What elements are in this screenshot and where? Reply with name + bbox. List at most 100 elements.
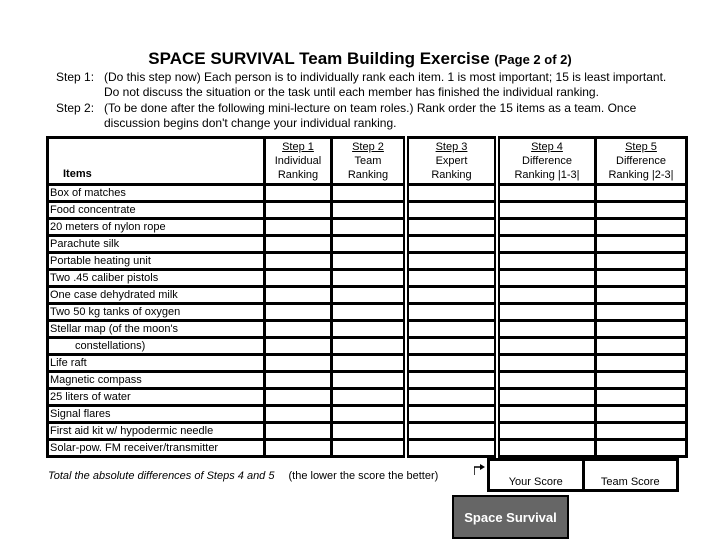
items-header: Items <box>46 136 266 186</box>
difference-1-3-cell[interactable] <box>494 285 597 305</box>
expert-ranking-cell[interactable] <box>403 336 499 356</box>
individual-ranking-cell[interactable] <box>263 438 333 458</box>
difference-2-3-cell[interactable] <box>594 302 688 322</box>
individual-ranking-cell[interactable] <box>263 285 333 305</box>
difference-1-3-cell[interactable] <box>494 183 597 203</box>
team-ranking-cell[interactable] <box>330 336 408 356</box>
individual-ranking-cell[interactable] <box>263 336 333 356</box>
difference-2-3-cell[interactable] <box>594 370 688 390</box>
team-ranking-cell[interactable] <box>330 404 408 424</box>
item-name: Portable heating unit <box>46 251 266 271</box>
instruction-step-2: Step 2: (To be done after the following m… <box>56 101 636 131</box>
difference-2-3-cell[interactable] <box>594 217 688 237</box>
difference-2-3-cell[interactable] <box>594 353 688 373</box>
table-row: Two .45 caliber pistols <box>46 268 688 288</box>
difference-2-3-cell[interactable] <box>594 336 688 356</box>
expert-ranking-cell[interactable] <box>403 404 499 424</box>
item-name: 25 liters of water <box>46 387 266 407</box>
difference-1-3-cell[interactable] <box>494 234 597 254</box>
team-ranking-cell[interactable] <box>330 319 408 339</box>
difference-1-3-cell[interactable] <box>494 438 597 458</box>
expert-ranking-cell[interactable] <box>403 200 499 220</box>
difference-2-3-cell[interactable] <box>594 285 688 305</box>
difference-2-3-cell[interactable] <box>594 234 688 254</box>
expert-ranking-cell[interactable] <box>403 370 499 390</box>
difference-2-3-cell[interactable] <box>594 387 688 407</box>
difference-1-3-cell[interactable] <box>494 336 597 356</box>
team-ranking-cell[interactable] <box>330 200 408 220</box>
team-ranking-cell[interactable] <box>330 353 408 373</box>
individual-ranking-cell[interactable] <box>263 404 333 424</box>
individual-ranking-cell[interactable] <box>263 268 333 288</box>
difference-2-3-cell[interactable] <box>594 200 688 220</box>
difference-1-3-cell[interactable] <box>494 200 597 220</box>
expert-ranking-cell[interactable] <box>403 302 499 322</box>
difference-1-3-cell[interactable] <box>494 268 597 288</box>
team-ranking-cell[interactable] <box>330 387 408 407</box>
column-header-step-3: Step 3 Expert Ranking <box>403 136 499 186</box>
team-ranking-cell[interactable] <box>330 217 408 237</box>
difference-1-3-cell[interactable] <box>494 370 597 390</box>
team-ranking-cell[interactable] <box>330 370 408 390</box>
item-name: 20 meters of nylon rope <box>46 217 266 237</box>
difference-2-3-cell[interactable] <box>594 438 688 458</box>
expert-ranking-cell[interactable] <box>403 217 499 237</box>
expert-ranking-cell[interactable] <box>403 234 499 254</box>
table-row: Magnetic compass <box>46 370 688 390</box>
difference-1-3-cell[interactable] <box>494 251 597 271</box>
difference-1-3-cell[interactable] <box>494 387 597 407</box>
individual-ranking-cell[interactable] <box>263 217 333 237</box>
expert-ranking-cell[interactable] <box>403 251 499 271</box>
item-name: Food concentrate <box>46 200 266 220</box>
difference-2-3-cell[interactable] <box>594 183 688 203</box>
individual-ranking-cell[interactable] <box>263 387 333 407</box>
individual-ranking-cell[interactable] <box>263 421 333 441</box>
individual-ranking-cell[interactable] <box>263 234 333 254</box>
difference-1-3-cell[interactable] <box>494 302 597 322</box>
column-header-step-1: Step 1 Individual Ranking <box>263 136 333 186</box>
expert-ranking-cell[interactable] <box>403 268 499 288</box>
individual-ranking-cell[interactable] <box>263 200 333 220</box>
team-ranking-cell[interactable] <box>330 285 408 305</box>
team-ranking-cell[interactable] <box>330 234 408 254</box>
difference-1-3-cell[interactable] <box>494 319 597 339</box>
table-row: Portable heating unit <box>46 251 688 271</box>
expert-ranking-cell[interactable] <box>403 319 499 339</box>
team-ranking-cell[interactable] <box>330 268 408 288</box>
expert-ranking-cell[interactable] <box>403 421 499 441</box>
difference-1-3-cell[interactable] <box>494 421 597 441</box>
team-ranking-cell[interactable] <box>330 183 408 203</box>
difference-2-3-cell[interactable] <box>594 404 688 424</box>
expert-ranking-cell[interactable] <box>403 285 499 305</box>
team-score-field[interactable]: Team Score <box>581 461 677 489</box>
team-ranking-cell[interactable] <box>330 251 408 271</box>
total-instruction: Total the absolute differences of Steps … <box>48 470 438 482</box>
your-score-field[interactable]: Your Score <box>490 461 582 489</box>
difference-2-3-cell[interactable] <box>594 268 688 288</box>
difference-1-3-cell[interactable] <box>494 217 597 237</box>
instruction-text: Do not discuss the situation or the task… <box>104 85 599 99</box>
individual-ranking-cell[interactable] <box>263 183 333 203</box>
expert-ranking-cell[interactable] <box>403 438 499 458</box>
score-note: (the lower the score the better) <box>288 470 439 482</box>
difference-1-3-cell[interactable] <box>494 404 597 424</box>
expert-ranking-cell[interactable] <box>403 387 499 407</box>
difference-2-3-cell[interactable] <box>594 421 688 441</box>
individual-ranking-cell[interactable] <box>263 302 333 322</box>
difference-1-3-cell[interactable] <box>494 353 597 373</box>
difference-2-3-cell[interactable] <box>594 251 688 271</box>
table-row: Signal flares <box>46 404 688 424</box>
individual-ranking-cell[interactable] <box>263 370 333 390</box>
team-ranking-cell[interactable] <box>330 421 408 441</box>
item-name: Box of matches <box>46 183 266 203</box>
individual-ranking-cell[interactable] <box>263 319 333 339</box>
individual-ranking-cell[interactable] <box>263 353 333 373</box>
expert-ranking-cell[interactable] <box>403 183 499 203</box>
individual-ranking-cell[interactable] <box>263 251 333 271</box>
team-ranking-cell[interactable] <box>330 438 408 458</box>
team-ranking-cell[interactable] <box>330 302 408 322</box>
difference-2-3-cell[interactable] <box>594 319 688 339</box>
table-row: Food concentrate <box>46 200 688 220</box>
expert-ranking-cell[interactable] <box>403 353 499 373</box>
column-header-step-5: Step 5 Difference Ranking |2-3| <box>594 136 688 186</box>
